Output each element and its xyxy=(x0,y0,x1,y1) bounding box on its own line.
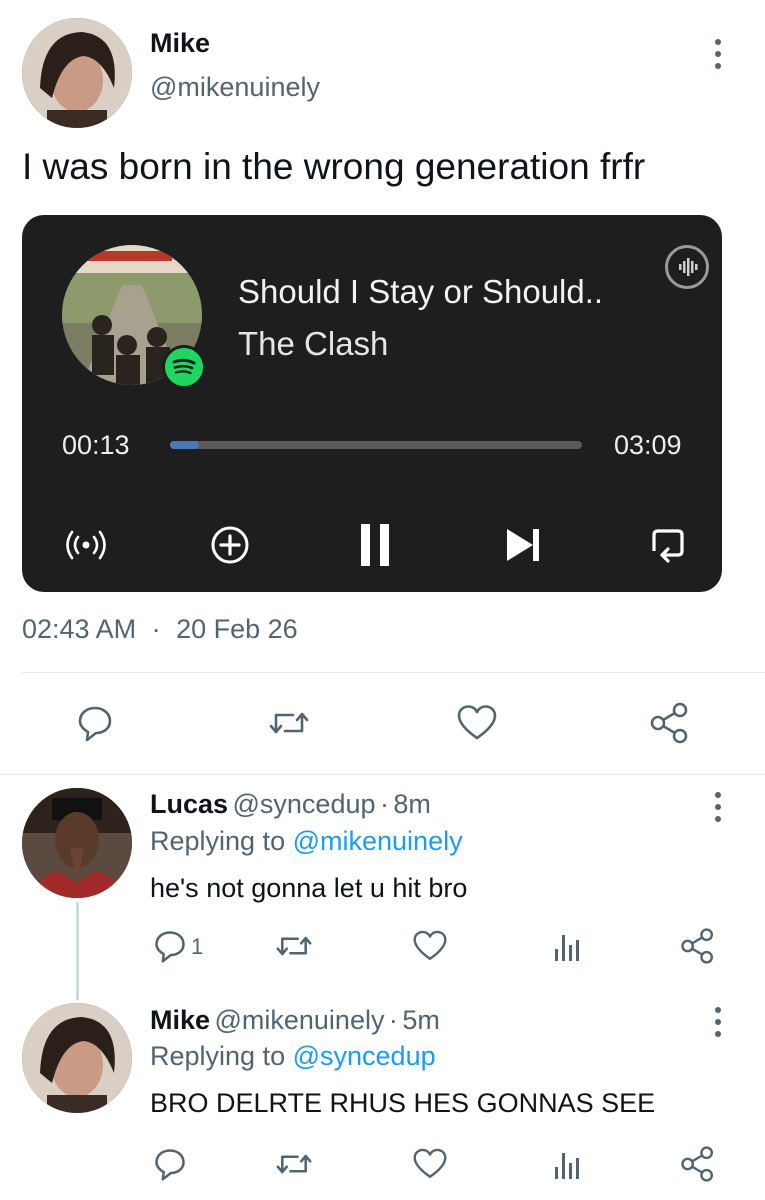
skip-next-icon[interactable] xyxy=(495,517,551,573)
meta-separator: · xyxy=(151,614,161,644)
music-player-card[interactable]: Should I Stay or Should.. The Clash 00:1… xyxy=(22,215,722,592)
audio-wave-icon[interactable] xyxy=(665,245,709,289)
tweet-text: I was born in the wrong generation frfr xyxy=(22,146,646,187)
more-options-icon[interactable] xyxy=(708,34,728,74)
like-icon[interactable] xyxy=(453,699,501,747)
share-icon[interactable] xyxy=(674,922,722,970)
reply-icon[interactable] xyxy=(146,1140,194,1188)
repeat-icon[interactable] xyxy=(640,517,696,573)
reply-header: Mike @mikenuinely · 5m xyxy=(150,1005,440,1036)
header-separator: · xyxy=(388,1005,398,1035)
thread-line xyxy=(76,902,79,1000)
share-icon[interactable] xyxy=(674,1140,722,1188)
more-options-icon[interactable] xyxy=(708,787,728,827)
reply-avatar[interactable] xyxy=(22,1003,132,1113)
like-icon[interactable] xyxy=(406,922,454,970)
reply-author-handle[interactable]: @mikenuinely xyxy=(214,1005,384,1035)
author-handle[interactable]: @mikenuinely xyxy=(150,72,320,103)
views-icon[interactable] xyxy=(542,1140,590,1188)
like-icon[interactable] xyxy=(406,1140,454,1188)
reply-avatar[interactable] xyxy=(22,788,132,898)
author-avatar[interactable] xyxy=(22,18,132,128)
tweet-meta: 02:43 AM · 20 Feb 26 xyxy=(22,614,298,645)
reply-time: 5m xyxy=(402,1005,440,1035)
reply-count: 1 xyxy=(191,934,204,959)
replying-mention[interactable]: @mikenuinely xyxy=(293,826,463,856)
reply-text: BRO DELRTE RHUS HES GONNAS SEE xyxy=(150,1088,656,1118)
elapsed-time: 00:13 xyxy=(62,430,130,460)
reply-text: he's not gonna let u hit bro xyxy=(150,873,468,903)
reply-author-name[interactable]: Lucas xyxy=(150,789,228,819)
retweet-icon[interactable] xyxy=(270,922,318,970)
replying-label: Replying to xyxy=(150,826,286,856)
spotify-icon xyxy=(162,345,206,389)
divider xyxy=(0,774,765,775)
replying-mention[interactable]: @syncedup xyxy=(293,1041,436,1071)
song-title: Should I Stay or Should.. xyxy=(238,273,604,310)
replying-to-line: Replying to @syncedup xyxy=(150,1041,436,1072)
reply-icon[interactable] xyxy=(71,699,119,747)
reply-author-handle[interactable]: @syncedup xyxy=(233,789,376,819)
reply-author-name[interactable]: Mike xyxy=(150,1005,210,1035)
tweet-date: 20 Feb 26 xyxy=(176,614,298,644)
author-name[interactable]: Mike xyxy=(150,28,210,59)
progress-fill xyxy=(170,441,199,449)
duration-time: 03:09 xyxy=(614,430,682,460)
progress-bar[interactable] xyxy=(170,441,582,449)
share-icon[interactable] xyxy=(646,699,694,747)
replying-label: Replying to xyxy=(150,1041,286,1071)
retweet-icon[interactable] xyxy=(265,699,313,747)
replying-to-line: Replying to @mikenuinely xyxy=(150,826,463,857)
more-options-icon[interactable] xyxy=(708,1002,728,1042)
views-icon[interactable] xyxy=(542,922,590,970)
divider xyxy=(22,672,765,673)
header-separator: · xyxy=(379,789,389,819)
pause-icon[interactable] xyxy=(347,517,403,573)
reply-header: Lucas @syncedup · 8m xyxy=(150,789,431,820)
broadcast-icon[interactable] xyxy=(58,517,114,573)
tweet-time: 02:43 AM xyxy=(22,614,137,644)
song-artist: The Clash xyxy=(238,325,389,362)
reply-time: 8m xyxy=(393,789,431,819)
reply-icon[interactable] xyxy=(146,922,194,970)
retweet-icon[interactable] xyxy=(270,1140,318,1188)
add-icon[interactable] xyxy=(202,517,258,573)
